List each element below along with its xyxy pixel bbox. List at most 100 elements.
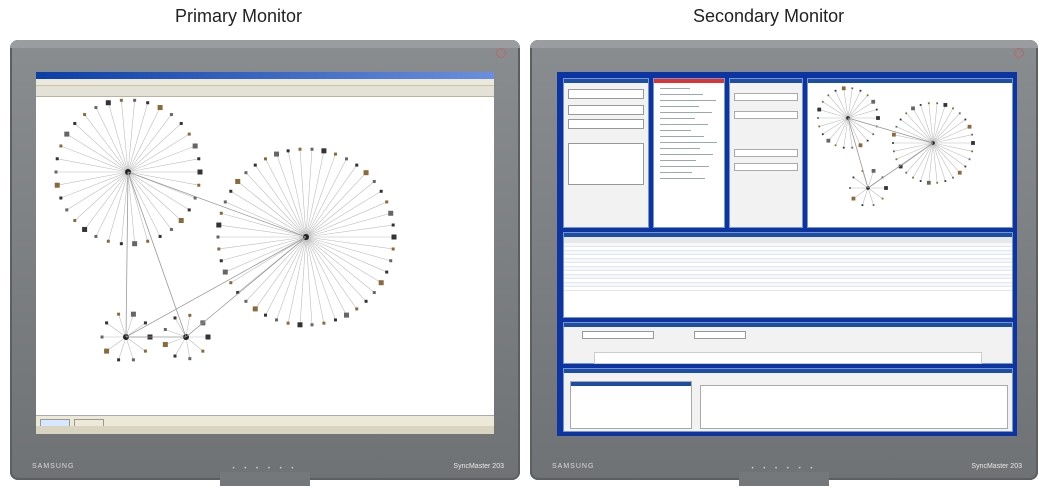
graph-node-icon[interactable] bbox=[244, 299, 248, 303]
graph-node-icon[interactable] bbox=[859, 89, 862, 92]
graph-node-icon[interactable] bbox=[872, 204, 875, 207]
graph-node-icon[interactable] bbox=[201, 349, 205, 353]
graph-node-icon[interactable] bbox=[298, 147, 302, 151]
graph-node-icon[interactable] bbox=[968, 158, 971, 161]
graph-node-icon[interactable] bbox=[106, 239, 110, 243]
graph-node-icon[interactable] bbox=[197, 157, 201, 161]
graph-node-icon[interactable] bbox=[389, 259, 393, 263]
graph-node-icon[interactable] bbox=[73, 121, 77, 125]
graph-node-icon[interactable] bbox=[223, 200, 227, 204]
graph-node-icon[interactable] bbox=[971, 150, 974, 153]
graph-node-icon[interactable] bbox=[310, 147, 314, 151]
graph-node-icon[interactable] bbox=[911, 106, 915, 111]
list-item[interactable] bbox=[660, 172, 692, 173]
graph-node-icon[interactable] bbox=[219, 211, 223, 215]
graph-node-icon[interactable] bbox=[169, 227, 173, 231]
graph-node-icon[interactable] bbox=[943, 103, 948, 107]
graph-node-icon[interactable] bbox=[884, 186, 888, 190]
graph-node-icon[interactable] bbox=[244, 171, 248, 175]
graph-node-icon[interactable] bbox=[133, 98, 137, 102]
graph-node-icon[interactable] bbox=[235, 178, 241, 184]
graph-node-icon[interactable] bbox=[131, 358, 135, 362]
graph-node-icon[interactable] bbox=[821, 133, 824, 136]
graph-node-icon[interactable] bbox=[59, 196, 63, 200]
graph-node-icon[interactable] bbox=[105, 100, 111, 106]
graph-node-icon[interactable] bbox=[105, 321, 109, 325]
graph-node-icon[interactable] bbox=[143, 349, 147, 353]
graph-node-icon[interactable] bbox=[83, 113, 87, 117]
graph-node-icon[interactable] bbox=[971, 141, 975, 145]
graph-node-icon[interactable] bbox=[178, 218, 184, 224]
graph-node-icon[interactable] bbox=[100, 335, 104, 339]
graph-node-icon[interactable] bbox=[876, 116, 880, 120]
graph-node-icon[interactable] bbox=[952, 107, 954, 110]
graph-node-icon[interactable] bbox=[971, 133, 974, 136]
graph-node-icon[interactable] bbox=[875, 108, 878, 111]
graph-node-icon[interactable] bbox=[871, 168, 876, 173]
graph-node-icon[interactable] bbox=[851, 146, 854, 149]
graph-node-icon[interactable] bbox=[253, 163, 257, 167]
graph-node-icon[interactable] bbox=[841, 86, 846, 91]
graph-node-icon[interactable] bbox=[119, 242, 123, 246]
graph-node-icon[interactable] bbox=[827, 94, 830, 97]
graph-node-icon[interactable] bbox=[275, 318, 279, 322]
graph-node-icon[interactable] bbox=[264, 157, 268, 161]
graph-node-icon[interactable] bbox=[54, 170, 58, 174]
graph-node-icon[interactable] bbox=[229, 281, 233, 285]
graph-node-icon[interactable] bbox=[895, 125, 898, 128]
graph-node-icon[interactable] bbox=[385, 270, 389, 274]
graph-node-icon[interactable] bbox=[65, 208, 69, 212]
graph-node-icon[interactable] bbox=[967, 124, 972, 129]
graph-node-icon[interactable] bbox=[222, 269, 228, 275]
graph-node-icon[interactable] bbox=[866, 139, 869, 142]
graph-node-icon[interactable] bbox=[834, 89, 837, 92]
table-row[interactable] bbox=[564, 287, 1012, 291]
graph-node-icon[interactable] bbox=[851, 196, 856, 201]
graph-node-icon[interactable] bbox=[216, 235, 220, 239]
graph-node-icon[interactable] bbox=[919, 104, 922, 106]
graph-node-icon[interactable] bbox=[391, 223, 395, 227]
graph-node-icon[interactable] bbox=[391, 247, 395, 251]
list-item[interactable] bbox=[660, 124, 708, 125]
graph-node-icon[interactable] bbox=[163, 327, 167, 331]
graph-node-icon[interactable] bbox=[871, 99, 876, 104]
graph-node-icon[interactable] bbox=[849, 187, 851, 189]
graph-node-icon[interactable] bbox=[197, 169, 203, 175]
list-item[interactable] bbox=[660, 94, 703, 95]
graph-node-icon[interactable] bbox=[851, 87, 854, 90]
graph-node-icon[interactable] bbox=[952, 176, 954, 179]
list-item[interactable] bbox=[660, 118, 695, 119]
graph-node-icon[interactable] bbox=[944, 180, 947, 182]
graph-node-icon[interactable] bbox=[826, 138, 831, 143]
graph-node-icon[interactable] bbox=[964, 118, 967, 121]
graph-node-icon[interactable] bbox=[895, 158, 898, 161]
graph-node-icon[interactable] bbox=[229, 189, 233, 193]
graph-node-icon[interactable] bbox=[146, 239, 150, 243]
graph-node-icon[interactable] bbox=[162, 342, 168, 348]
graph-node-icon[interactable] bbox=[936, 102, 939, 105]
search-input[interactable] bbox=[582, 331, 654, 339]
graph-node-icon[interactable] bbox=[158, 234, 162, 238]
graph-node-icon[interactable] bbox=[169, 113, 173, 117]
list-item[interactable] bbox=[660, 148, 700, 149]
graph-node-icon[interactable] bbox=[274, 151, 280, 157]
graph-node-icon[interactable] bbox=[391, 234, 397, 240]
graph-node-icon[interactable] bbox=[132, 241, 138, 247]
graph-node-icon[interactable] bbox=[188, 357, 192, 361]
graph-node-icon[interactable] bbox=[344, 157, 348, 161]
graph-node-icon[interactable] bbox=[321, 148, 327, 154]
graph-node-icon[interactable] bbox=[957, 170, 962, 175]
graph-node-icon[interactable] bbox=[372, 291, 376, 295]
graph-node-icon[interactable] bbox=[333, 318, 337, 322]
graph-node-icon[interactable] bbox=[379, 189, 383, 193]
list-item[interactable] bbox=[660, 130, 691, 131]
graph-node-icon[interactable] bbox=[117, 312, 121, 316]
graph-node-icon[interactable] bbox=[192, 143, 198, 149]
graph-node-icon[interactable] bbox=[217, 247, 221, 251]
graph-node-icon[interactable] bbox=[322, 321, 326, 325]
graph-node-icon[interactable] bbox=[858, 143, 863, 148]
graph-node-icon[interactable] bbox=[817, 107, 822, 112]
list-item[interactable] bbox=[660, 112, 712, 113]
graph-node-icon[interactable] bbox=[388, 210, 394, 216]
graph-node-icon[interactable] bbox=[385, 200, 389, 204]
